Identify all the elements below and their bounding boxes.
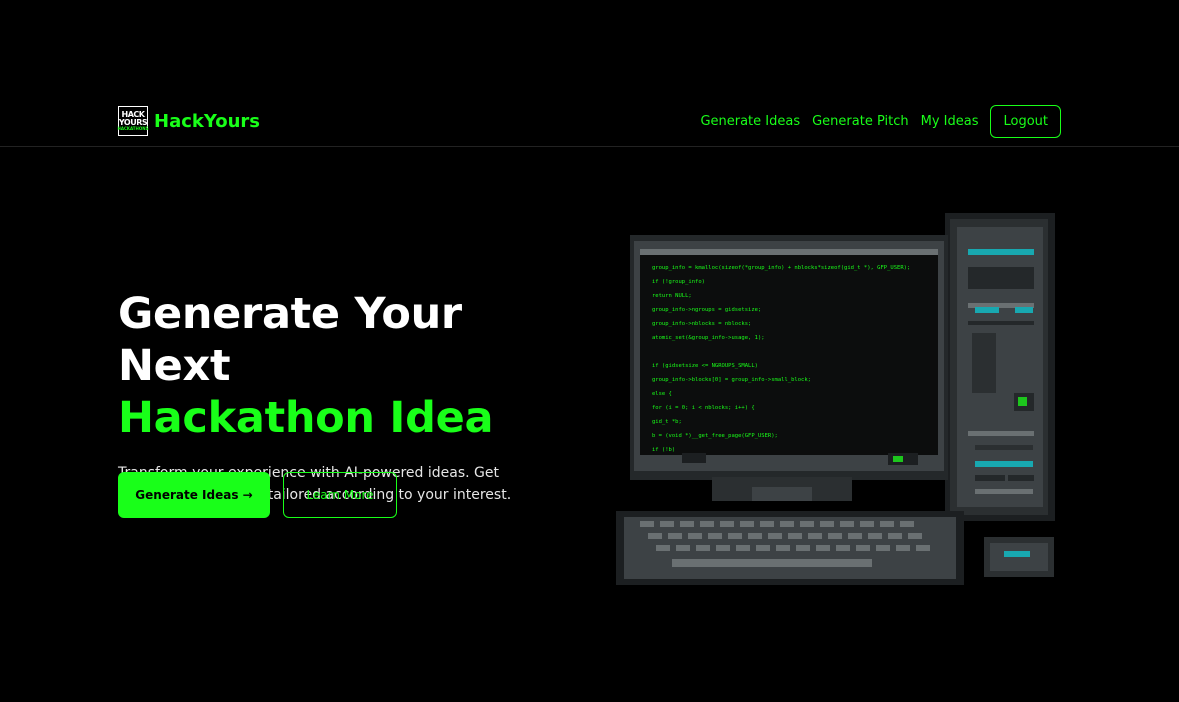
code-line: group_info->ngroups = gidsetsize; bbox=[652, 307, 761, 313]
hero-buttons: Generate Ideas → Learn More bbox=[118, 472, 397, 518]
nav-link-my-ideas[interactable]: My Ideas bbox=[921, 114, 979, 129]
nav-link-generate-ideas[interactable]: Generate Ideas bbox=[700, 114, 800, 129]
logout-button[interactable]: Logout bbox=[990, 105, 1061, 138]
code-line: group_info->nblocks = nblocks; bbox=[652, 321, 751, 327]
code-line: if (gidsetsize <= NGROUPS_SMALL) bbox=[652, 363, 758, 369]
code-line: atomic_set(&group_info->usage, 1); bbox=[652, 335, 765, 341]
nav-link-generate-pitch[interactable]: Generate Pitch bbox=[812, 114, 909, 129]
code-line: else { bbox=[652, 391, 672, 397]
code-line: if (!group_info) bbox=[652, 279, 705, 285]
code-line: gid_t *b; bbox=[652, 419, 682, 425]
nav-links: Generate Ideas Generate Pitch My Ideas L… bbox=[700, 105, 1061, 138]
learn-more-button[interactable]: Learn More bbox=[283, 472, 397, 518]
code-line: b = (void *)__get_free_page(GFP_USER); bbox=[652, 433, 778, 439]
code-line: if (!b) bbox=[652, 447, 675, 453]
brand[interactable]: HACK YOURS HACKATHONS HackYours bbox=[118, 106, 260, 136]
code-line: group_info = kmalloc(sizeof(*group_info)… bbox=[652, 265, 910, 271]
code-line: return NULL; bbox=[652, 293, 692, 299]
navbar: HACK YOURS HACKATHONS HackYours Generate… bbox=[0, 98, 1179, 147]
code-line: group_info->blocks[0] = group_info->smal… bbox=[652, 377, 811, 383]
logo-line3: HACKATHONS bbox=[117, 126, 149, 131]
keyboard bbox=[616, 511, 964, 585]
generate-ideas-button[interactable]: Generate Ideas → bbox=[118, 472, 270, 518]
brand-name[interactable]: HackYours bbox=[154, 111, 260, 132]
computer-tower bbox=[945, 213, 1055, 521]
mouse bbox=[984, 537, 1054, 577]
retro-computer-illustration: group_info = kmalloc(sizeof(*group_info)… bbox=[616, 213, 1055, 585]
hero-title-line1: Generate Your Next bbox=[118, 289, 462, 391]
brand-logo-icon: HACK YOURS HACKATHONS bbox=[118, 106, 148, 136]
hero-title-line2: Hackathon Idea bbox=[118, 393, 494, 443]
code-line: for (i = 0; i < nblocks; i++) { bbox=[652, 405, 755, 411]
